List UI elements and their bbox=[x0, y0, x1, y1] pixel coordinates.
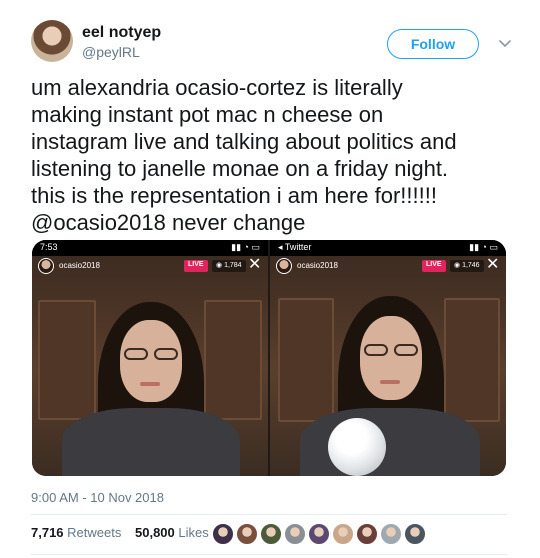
likes-stat[interactable]: 50,800 Likes bbox=[135, 525, 209, 540]
liker-avatar[interactable] bbox=[236, 523, 258, 545]
instant-pot-lid bbox=[328, 418, 386, 476]
close-icon[interactable]: ✕ bbox=[486, 257, 499, 273]
liker-avatar[interactable] bbox=[308, 523, 330, 545]
liker-avatar[interactable] bbox=[356, 523, 378, 545]
tweet-text: um alexandria ocasio-cortez is literally… bbox=[31, 75, 457, 235]
liker-avatar[interactable] bbox=[332, 523, 354, 545]
status-icons: ▮▮ ◔ ▭ bbox=[231, 242, 260, 252]
viewer-count: ◉ 1,746 bbox=[450, 260, 484, 272]
media-image-left[interactable]: 7:53 ▮▮ ◔ ▭ ocasio2018 LIVE ◉ 1,784 ✕ bbox=[32, 240, 268, 476]
eye-icon: ◉ bbox=[454, 262, 463, 269]
author-avatar[interactable] bbox=[31, 20, 73, 62]
tweet-timestamp[interactable]: 9:00 AM - 10 Nov 2018 bbox=[31, 490, 164, 505]
retweets-stat[interactable]: 7,716 Retweets bbox=[31, 525, 121, 540]
eye-icon: ◉ bbox=[216, 262, 225, 269]
tweet-header: eel notyep @peylRL Follow bbox=[31, 20, 521, 64]
close-icon[interactable]: ✕ bbox=[248, 257, 261, 273]
divider bbox=[31, 554, 507, 555]
retweets-count: 7,716 bbox=[31, 525, 64, 540]
likes-label: Likes bbox=[178, 525, 209, 540]
status-bar: ◂ Twitter ▮▮ ◔ ▭ bbox=[270, 240, 506, 256]
follow-button[interactable]: Follow bbox=[387, 29, 479, 59]
likes-count: 50,800 bbox=[135, 525, 175, 540]
viewer-count: ◉ 1,784 bbox=[212, 260, 246, 272]
viewer-count-value: 1,784 bbox=[224, 262, 242, 269]
divider bbox=[31, 514, 507, 515]
liker-avatar[interactable] bbox=[380, 523, 402, 545]
media-image-right[interactable]: ◂ Twitter ▮▮ ◔ ▭ ocasio2018 LIVE ◉ 1,746… bbox=[270, 240, 506, 476]
viewer-count-value: 1,746 bbox=[462, 262, 480, 269]
liker-avatar[interactable] bbox=[404, 523, 426, 545]
live-account-avatar bbox=[38, 258, 54, 274]
live-badge: LIVE bbox=[184, 260, 208, 272]
live-bar: ocasio2018 LIVE ◉ 1,746 ✕ bbox=[270, 256, 506, 278]
status-bar: 7:53 ▮▮ ◔ ▭ bbox=[32, 240, 268, 256]
retweets-label: Retweets bbox=[67, 525, 122, 540]
live-badge: LIVE bbox=[422, 260, 446, 272]
live-account-avatar bbox=[276, 258, 292, 274]
chevron-down-icon[interactable] bbox=[496, 34, 514, 52]
liker-avatar[interactable] bbox=[284, 523, 306, 545]
status-icons: ▮▮ ◔ ▭ bbox=[469, 242, 498, 252]
live-bar: ocasio2018 LIVE ◉ 1,784 ✕ bbox=[32, 256, 268, 278]
author-handle[interactable]: @peylRL bbox=[82, 44, 140, 60]
tweet-media[interactable]: 7:53 ▮▮ ◔ ▭ ocasio2018 LIVE ◉ 1,784 ✕ ◂ … bbox=[32, 240, 506, 476]
live-account-name: ocasio2018 bbox=[59, 261, 100, 270]
back-to-twitter: ◂ Twitter bbox=[278, 242, 312, 252]
liker-avatar[interactable] bbox=[260, 523, 282, 545]
status-time: 7:53 bbox=[40, 242, 58, 252]
engagement-stats: 7,716 Retweets 50,800 Likes bbox=[31, 525, 219, 545]
live-account-name: ocasio2018 bbox=[297, 261, 338, 270]
author-display-name[interactable]: eel notyep bbox=[82, 24, 161, 42]
liker-avatar[interactable] bbox=[212, 523, 234, 545]
